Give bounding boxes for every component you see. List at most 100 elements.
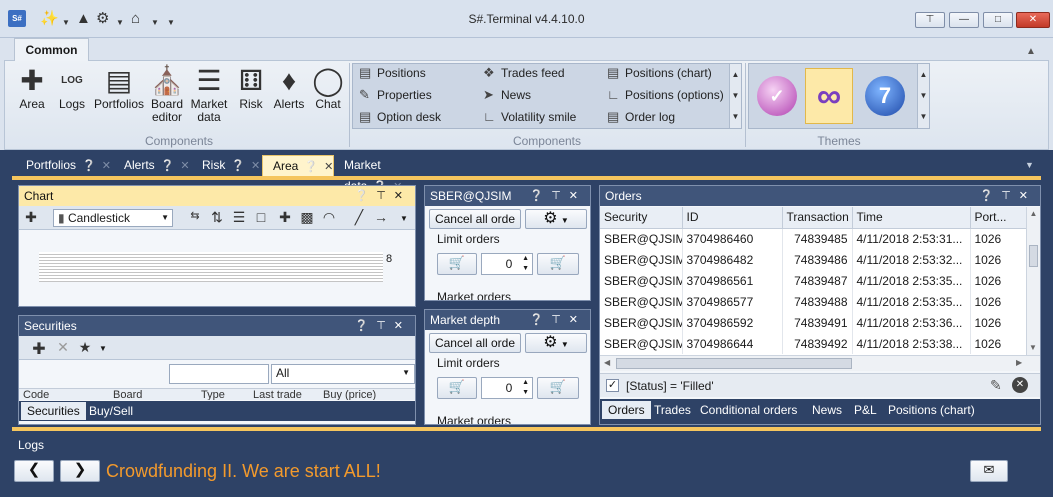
pin-icon[interactable]: ⊤ [376,320,394,332]
portfolios-button[interactable]: ▤ Portfolios [92,64,146,111]
gallery-item-properties[interactable]: ✎ Properties [359,88,432,103]
help-icon[interactable]: ❔ [529,314,551,326]
logs-button[interactable]: LOG Logs [56,64,88,111]
orders-vertical-scrollbar[interactable]: ▲ ▼ [1026,207,1040,355]
securities-search-input[interactable] [169,364,269,384]
gallery-item-order-log[interactable]: ▤ Order log [607,110,675,125]
tab-list-icon[interactable]: ▼ [1025,160,1034,170]
gallery-scrollbar[interactable]: ▲ ▼ ▼ [729,64,741,128]
scroll-up-icon[interactable]: ▲ [918,64,929,85]
close-icon[interactable]: ✕ [569,190,586,202]
quantity-stepper[interactable]: 0 ▲ ▼ [481,377,533,399]
close-icon[interactable]: ✕ [394,190,411,202]
area-button[interactable]: ✚ Area [16,64,48,111]
chevron-down-icon[interactable]: ▼ [99,344,107,353]
help-icon[interactable]: ❔ [161,160,175,172]
tab-securities[interactable]: Securities [21,402,86,420]
close-icon[interactable]: ✕ [324,161,333,173]
stepper-arrows-icon[interactable]: ▲ ▼ [522,254,529,274]
gallery-item-trades-feed[interactable]: ❖ Trades feed [483,66,565,81]
table-row[interactable]: SBER@QJSIM 3704986482 74839486 4/11/2018 2:… [600,249,1026,270]
column-header[interactable]: Buy (price) [319,389,399,400]
delete-icon[interactable]: ✕ [53,339,73,356]
document-icon[interactable]: □ [251,209,271,225]
close-button[interactable]: ✕ [1016,12,1050,28]
chart-style-select[interactable]: ▮ Candlestick ▼ [53,209,173,227]
indicator-icon[interactable]: ◠ [319,209,339,226]
clear-filter-icon[interactable]: ✕ [1012,377,1028,393]
close-icon[interactable]: ✕ [1019,190,1036,202]
sort-icon[interactable]: ⇅ [207,209,227,226]
table-row[interactable]: SBER@QJSIM 3704986460 74839485 4/11/2018 2:… [600,228,1026,249]
mail-button[interactable]: ✉ [970,460,1008,482]
settings-button[interactable]: ⚙ ▼ [525,333,587,353]
line-tool-icon[interactable]: ╱ [349,209,369,226]
tab-orders[interactable]: Orders [602,401,651,419]
sell-limit-button[interactable]: 🛒 [537,253,579,275]
scroll-up-icon[interactable]: ▲ [1027,207,1040,221]
tab-positions-chart[interactable]: Positions (chart) [882,401,981,419]
pin-icon[interactable]: ⊤ [376,190,394,202]
tab-portfolios[interactable]: Portfolios ❔ ✕ [16,155,111,176]
alerts-button[interactable]: ♦ Alerts [272,64,306,111]
minimize-button[interactable]: — [949,12,979,28]
table-row[interactable]: SBER@QJSIM 3704986577 74839488 4/11/2018 2:… [600,291,1026,312]
table-row[interactable]: SBER@QJSIM 3704986644 74839492 4/11/2018 2:… [600,333,1026,354]
close-icon[interactable]: ✕ [180,160,189,172]
chevron-down-icon[interactable]: ▼ [400,214,408,223]
column-header[interactable]: Board [109,389,197,400]
add-icon[interactable]: ✚ [21,209,41,226]
theme-seven-icon[interactable]: 7 [861,68,909,124]
column-header-portfolio[interactable]: Port... [970,207,1026,229]
themes-scrollbar[interactable]: ▲ ▼ ▼ [917,64,929,128]
scroll-thumb[interactable] [616,358,852,369]
column-header-time[interactable]: Time [852,207,971,229]
close-icon[interactable]: ✕ [569,314,586,326]
tab-alerts[interactable]: Alerts ❔ ✕ [114,155,190,176]
tab-news[interactable]: News [806,401,848,419]
filter-checkbox[interactable]: ✓ [606,379,619,392]
tab-conditional-orders[interactable]: Conditional orders [694,401,803,419]
chart-area[interactable] [39,252,383,282]
scroll-right-icon[interactable]: ▶ [1016,358,1022,367]
expand-gallery-icon[interactable]: ▼ [730,106,741,127]
add-icon[interactable]: ✚ [29,339,49,359]
gallery-item-option-desk[interactable]: ▤ Option desk [359,110,441,125]
tab-pnl[interactable]: P&L [848,401,883,419]
help-icon[interactable]: ❔ [979,190,1001,202]
scroll-down-icon[interactable]: ▼ [918,85,929,106]
help-icon[interactable]: ❔ [231,160,245,172]
gallery-item-positions-chart[interactable]: ▤ Positions (chart) [607,66,712,81]
settings-button[interactable]: ⚙ ▼ [525,209,587,229]
log-message[interactable]: Crowdfunding II. We are start ALL! [106,461,381,482]
next-message-button[interactable]: ❯ [60,460,100,482]
tab-area[interactable]: Area ❔ ✕ [262,155,334,176]
quantity-stepper[interactable]: 0 ▲ ▼ [481,253,533,275]
pin-icon[interactable]: ⊤ [551,314,569,326]
ribbon-tab-common[interactable]: Common [14,38,89,61]
sell-limit-button[interactable]: 🛒 [537,377,579,399]
close-icon[interactable]: ✕ [251,160,260,172]
gallery-item-positions-options[interactable]: ∟ Positions (options) [607,88,724,103]
pin-icon[interactable]: ⊤ [1001,190,1019,202]
zoom-fit-icon[interactable]: ⇆ [185,209,205,222]
pin-icon[interactable]: ⊤ [551,190,569,202]
column-header[interactable]: Type [197,389,249,400]
tab-buy-sell[interactable]: Buy/Sell [83,402,139,420]
table-row[interactable]: SBER@QJSIM 3704986561 74839487 4/11/2018 2:… [600,270,1026,291]
help-icon[interactable]: ❔ [82,160,96,172]
column-header-transaction[interactable]: Transaction [782,207,853,229]
securities-filter-select[interactable]: All ▼ [271,364,415,384]
arrow-tool-icon[interactable]: → [371,209,391,225]
risk-button[interactable]: ⚅ Risk [234,64,268,111]
scroll-thumb[interactable] [1029,245,1038,267]
column-header[interactable]: Last trade [249,389,319,400]
chat-button[interactable]: ◯ Chat [310,64,346,111]
buy-limit-button[interactable]: 🛒 [437,377,477,399]
collapse-ribbon-icon[interactable]: ▲ [1026,46,1036,57]
theme-vs-icon[interactable]: ∞ [805,68,853,124]
column-header[interactable]: Code [19,389,109,400]
annotation-icon[interactable]: ▩ [297,209,317,226]
tab-trades[interactable]: Trades [648,401,697,419]
help-icon[interactable]: ❔ [529,190,551,202]
